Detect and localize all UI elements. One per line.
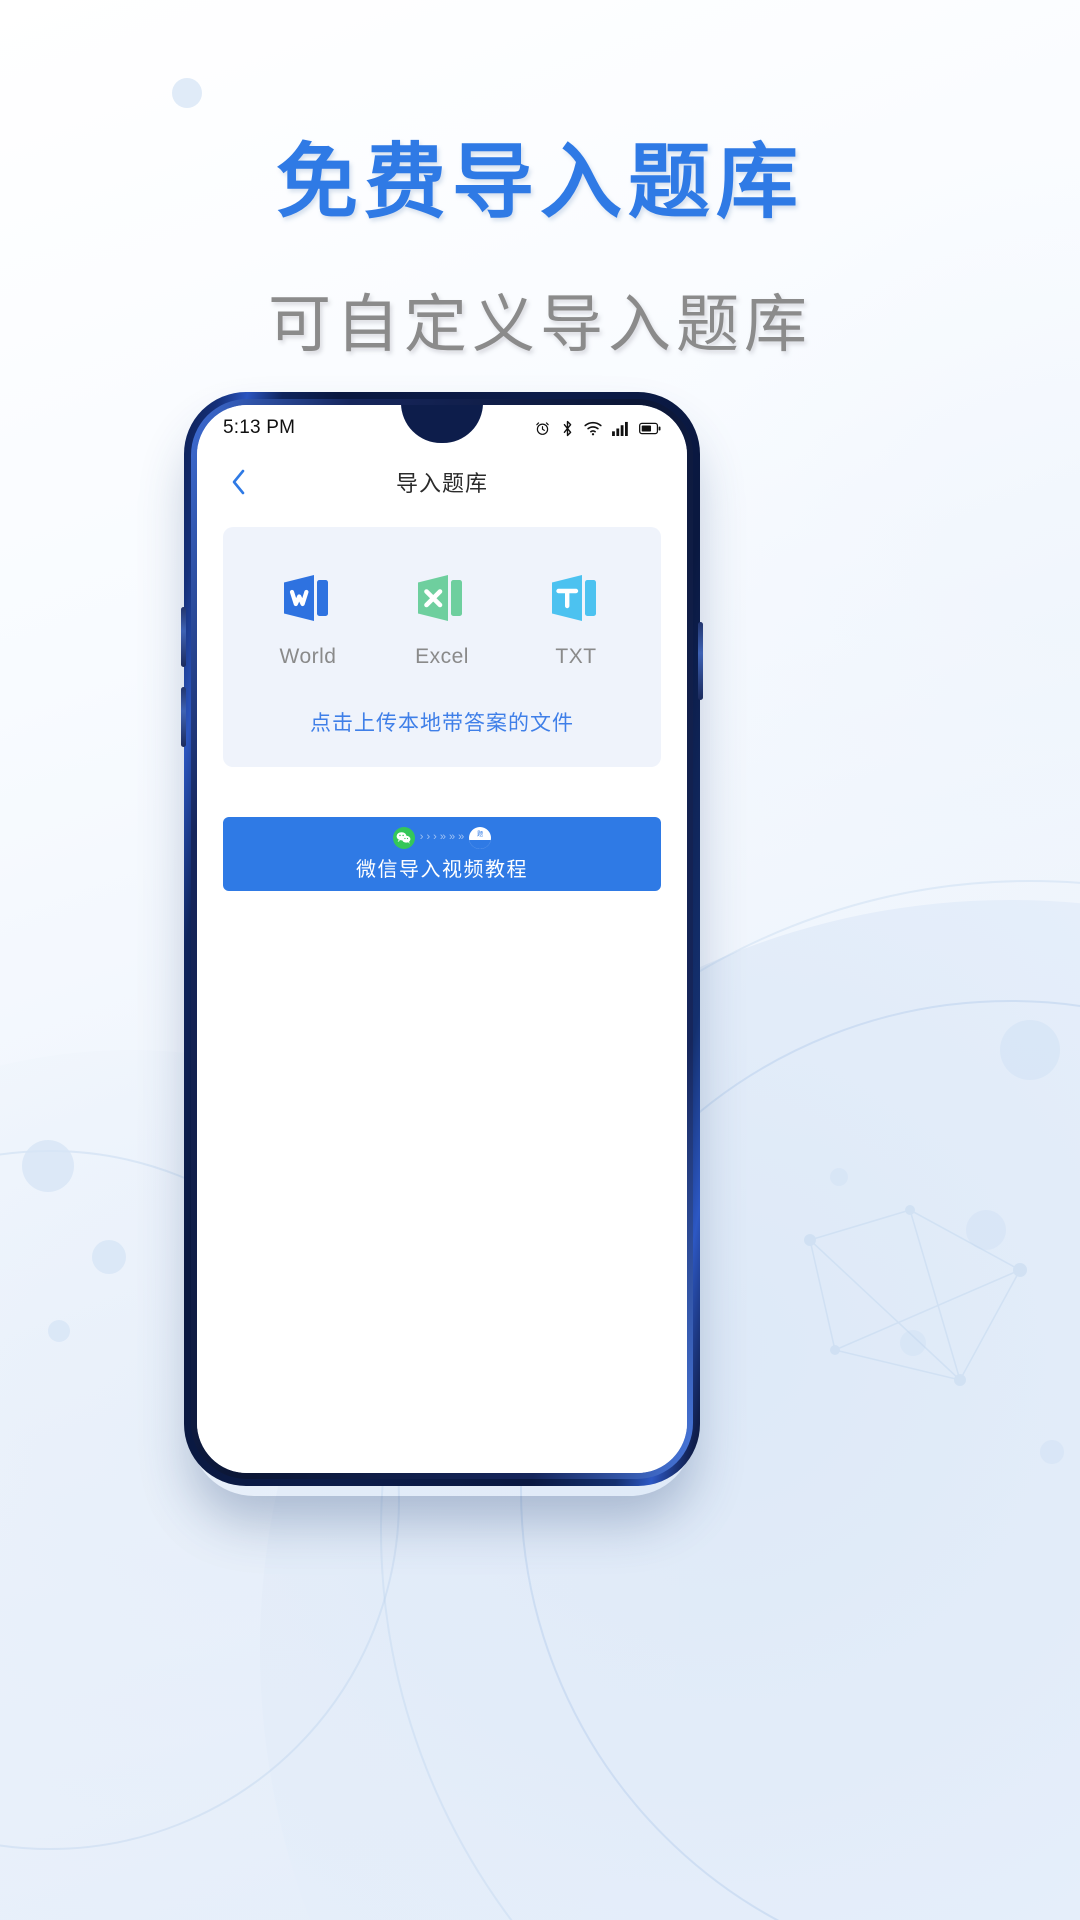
- page-subtitle: 可自定义导入题库: [268, 290, 812, 361]
- volume-down-button[interactable]: [181, 687, 186, 747]
- file-type-excel[interactable]: Excel: [388, 567, 496, 669]
- background-dot: [172, 78, 202, 108]
- chevron-left-icon: [232, 469, 244, 495]
- dotted-arrows-icon: › › › »»»: [419, 831, 465, 843]
- status-bar-time: 5:13 PM: [223, 417, 296, 438]
- background-dot: [830, 1168, 848, 1186]
- back-button[interactable]: [217, 461, 259, 503]
- background-dot: [22, 1140, 74, 1192]
- page-content: World Excel TXT 点击上传本地带答案的文件 › › › » » »…: [197, 513, 687, 1473]
- background-dot: [1000, 1020, 1060, 1080]
- file-type-label: World: [279, 645, 337, 668]
- file-type-row: World Excel TXT: [241, 567, 643, 669]
- file-type-word[interactable]: World: [254, 567, 362, 669]
- phone-mockup: 5:13 PM 导入题库 World Excel TXT 点击上传本地带答案的文…: [181, 392, 703, 1486]
- background-dot: [92, 1240, 126, 1274]
- power-button[interactable]: [698, 622, 703, 700]
- page-title: 免费导入题库: [275, 137, 804, 228]
- phone-frame: 5:13 PM 导入题库 World Excel TXT 点击上传本地带答案的文…: [181, 392, 703, 1486]
- app-logo-icon: 题: [469, 826, 492, 849]
- phone-screen: 5:13 PM 导入题库 World Excel TXT 点击上传本地带答案的文…: [197, 405, 687, 1473]
- file-type-label: TXT: [555, 645, 597, 668]
- wechat-tutorial-button[interactable]: › › › »»» 题 微信导入视频教程: [223, 817, 661, 891]
- nav-title: 导入题库: [395, 471, 488, 496]
- volume-up-button[interactable]: [181, 607, 186, 667]
- word-file-icon: [278, 567, 338, 629]
- txt-file-icon: [546, 567, 606, 629]
- bluetooth-icon: [563, 420, 572, 436]
- alarm-icon: [536, 421, 549, 435]
- wifi-icon: [584, 421, 602, 435]
- file-type-card: World Excel TXT 点击上传本地带答案的文件: [223, 527, 661, 767]
- file-type-txt[interactable]: TXT: [522, 567, 630, 669]
- status-bar-icons: [534, 420, 661, 437]
- signal-icon: [612, 421, 628, 436]
- background-dot: [48, 1320, 70, 1342]
- wechat-icon: [392, 826, 415, 849]
- promo-headline: 免费导入题库 可自定义导入题库: [0, 137, 1080, 365]
- background-node-network: [804, 1205, 1027, 1386]
- battery-icon: [639, 422, 661, 434]
- cta-label: 微信导入视频教程: [356, 858, 528, 881]
- file-type-label: Excel: [415, 645, 469, 668]
- upload-file-link[interactable]: 点击上传本地带答案的文件: [241, 707, 643, 737]
- nav-bar: 导入题库: [197, 451, 687, 513]
- cta-icon-group: › › › »»» 题: [392, 826, 492, 849]
- excel-file-icon: [412, 567, 472, 629]
